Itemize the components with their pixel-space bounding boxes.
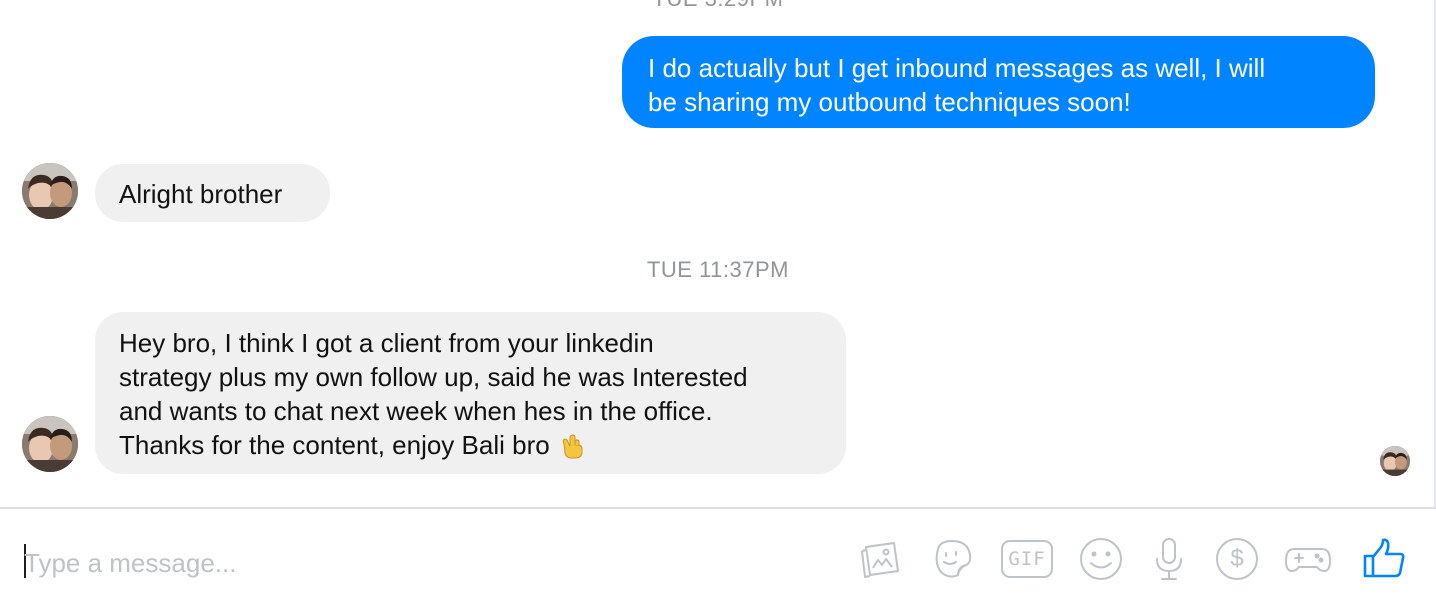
contact-avatar[interactable] [22,416,78,472]
games-button[interactable] [1284,535,1332,583]
message-line: and wants to chat next week when hes in … [119,396,713,426]
incoming-message-bubble[interactable]: Alright brother [95,164,330,222]
photo-button[interactable] [856,535,904,583]
incoming-message-bubble[interactable]: Hey bro, I think I got a client from you… [95,312,846,474]
message-input[interactable] [24,545,724,581]
microphone-icon [1156,538,1182,580]
timestamp-divider: TUE 11:37PM [646,257,790,282]
thumbs-up-icon [1363,538,1405,578]
read-receipt-avatar [1380,446,1410,476]
message-line: Thanks for the content, enjoy Bali bro [119,430,550,460]
like-button[interactable] [1360,535,1408,583]
timestamp-previous: TUE 3:29PM [0,0,1436,12]
message-line: Alright brother [119,179,283,209]
sticker-button[interactable] [928,535,976,583]
photo-icon [861,542,899,578]
gif-label: GIF [1008,548,1046,570]
message-line: be sharing my outbound techniques soon! [648,87,1131,117]
message-line-last: Thanks for the content, enjoy Bali bro [119,428,822,468]
send-money-button[interactable]: $ [1213,535,1261,583]
call-me-hand-emoji [558,430,588,468]
gif-button[interactable]: GIF [1000,535,1054,583]
voice-clip-button[interactable] [1145,535,1193,583]
message-line: Hey bro, I think I got a client from you… [119,328,654,358]
sticker-icon [935,540,972,578]
outgoing-message-bubble[interactable]: I do actually but I get inbound messages… [622,36,1375,128]
message-line: strategy plus my own follow up, said he … [119,362,748,392]
emoji-icon [1080,538,1122,580]
message-composer: GIF $ [0,507,1436,598]
contact-avatar[interactable] [22,163,78,219]
game-icon [1285,548,1331,572]
emoji-button[interactable] [1077,535,1125,583]
message-line: I do actually but I get inbound messages… [648,53,1266,83]
dollar-label: $ [1230,545,1244,572]
